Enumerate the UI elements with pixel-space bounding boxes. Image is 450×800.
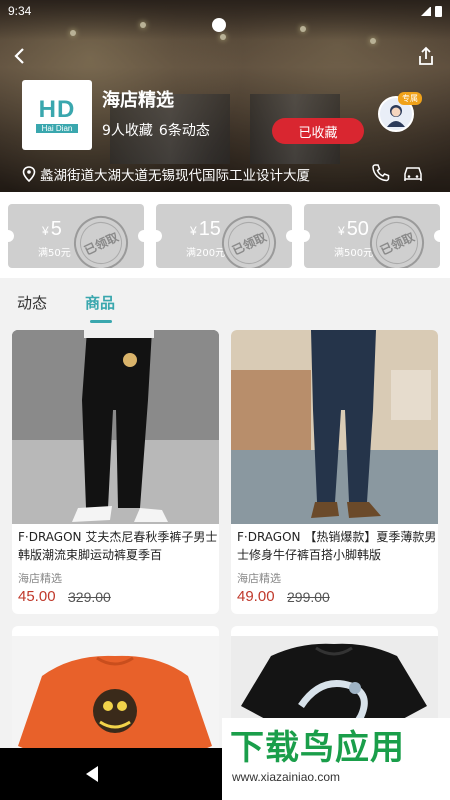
system-home-icon[interactable] xyxy=(212,18,226,32)
shop-address[interactable]: 蠡湖街道大湖大道无锡现代国际工业设计大厦 xyxy=(22,164,310,184)
watermark-url: www.xiazainiao.com xyxy=(232,770,341,784)
back-button[interactable] xyxy=(6,42,34,70)
tab-bar: 动态 商品 xyxy=(0,278,450,324)
coupon-condition: 满200元 xyxy=(186,248,226,259)
share-icon xyxy=(419,46,433,65)
location-pin-icon xyxy=(22,166,36,182)
system-back-icon[interactable] xyxy=(86,766,98,782)
logo-text: HD xyxy=(38,95,76,123)
coupon-amount: ¥5 xyxy=(42,218,62,240)
status-icons xyxy=(421,5,442,17)
product-original-price: 299.00 xyxy=(287,589,330,605)
coupon-condition: 满500元 xyxy=(334,248,374,259)
navigation-button[interactable] xyxy=(402,162,424,184)
share-button[interactable] xyxy=(412,42,440,70)
product-card[interactable]: F·DRAGON 艾夫杰尼春秋季裤子男士韩版潮流束脚运动裤夏季百 海店精选 45… xyxy=(12,330,219,614)
product-original-price: 329.00 xyxy=(68,589,111,605)
posts-count: 6条动态 xyxy=(158,123,210,139)
back-arrow-icon xyxy=(14,48,24,64)
product-price: 49.00 xyxy=(237,588,275,605)
shop-name: 海店精选 xyxy=(102,90,174,111)
product-price: 45.00 xyxy=(18,588,56,605)
product-image xyxy=(12,330,219,524)
product-title: F·DRAGON 艾夫杰尼春秋季裤子男士韩版潮流束脚运动裤夏季百 xyxy=(18,530,218,562)
coupon-card[interactable]: ¥5 满50元 已领取 xyxy=(8,204,144,268)
tab-goods[interactable]: 商品 xyxy=(85,292,115,313)
system-nav-bar xyxy=(0,748,222,800)
coupon-condition: 满50元 xyxy=(38,248,71,259)
coupon-amount: ¥50 xyxy=(338,218,369,240)
product-title: F·DRAGON 【热销爆款】夏季薄款男士修身牛仔裤百搭小脚韩版 xyxy=(237,530,437,562)
claimed-stamp: 已领取 xyxy=(65,207,137,268)
coupon-card[interactable]: ¥50 满500元 已领取 xyxy=(304,204,440,268)
active-tab-indicator xyxy=(90,320,112,323)
favorite-button[interactable]: 已收藏 xyxy=(272,118,364,144)
service-badge: 专属 xyxy=(398,92,422,105)
logo-subtext: Hai Dian xyxy=(35,123,79,133)
coupon-card[interactable]: ¥15 满200元 已领取 xyxy=(156,204,292,268)
product-card[interactable]: F·DRAGON 【热销爆款】夏季薄款男士修身牛仔裤百搭小脚韩版 海店精选 49… xyxy=(231,330,438,614)
status-bar: 9:34 xyxy=(0,0,450,22)
watermark: 下载鸟应用 www.xiazainiao.com xyxy=(222,718,450,800)
shop-stats: 9人收藏 6条动态 xyxy=(102,120,210,140)
product-shop: 海店精选 xyxy=(18,572,62,585)
watermark-brand: 下载鸟应用 xyxy=(230,728,405,768)
product-shop: 海店精选 xyxy=(237,572,281,585)
status-time: 9:34 xyxy=(8,4,32,18)
phone-button[interactable] xyxy=(370,162,392,184)
car-icon xyxy=(404,167,422,181)
coupon-strip: ¥5 满50元 已领取 ¥15 满200元 已领取 ¥50 满500元 已领取 xyxy=(0,192,450,278)
shop-logo: HD Hai Dian xyxy=(22,80,92,150)
product-image xyxy=(231,330,438,524)
signal-icon xyxy=(421,6,431,16)
coupon-amount: ¥15 xyxy=(190,218,221,240)
favorites-count: 9人收藏 xyxy=(102,123,153,139)
tab-dynamic[interactable]: 动态 xyxy=(17,292,47,313)
battery-icon xyxy=(435,5,442,17)
phone-icon xyxy=(372,164,390,182)
address-text: 蠡湖街道大湖大道无锡现代国际工业设计大厦 xyxy=(40,168,310,184)
